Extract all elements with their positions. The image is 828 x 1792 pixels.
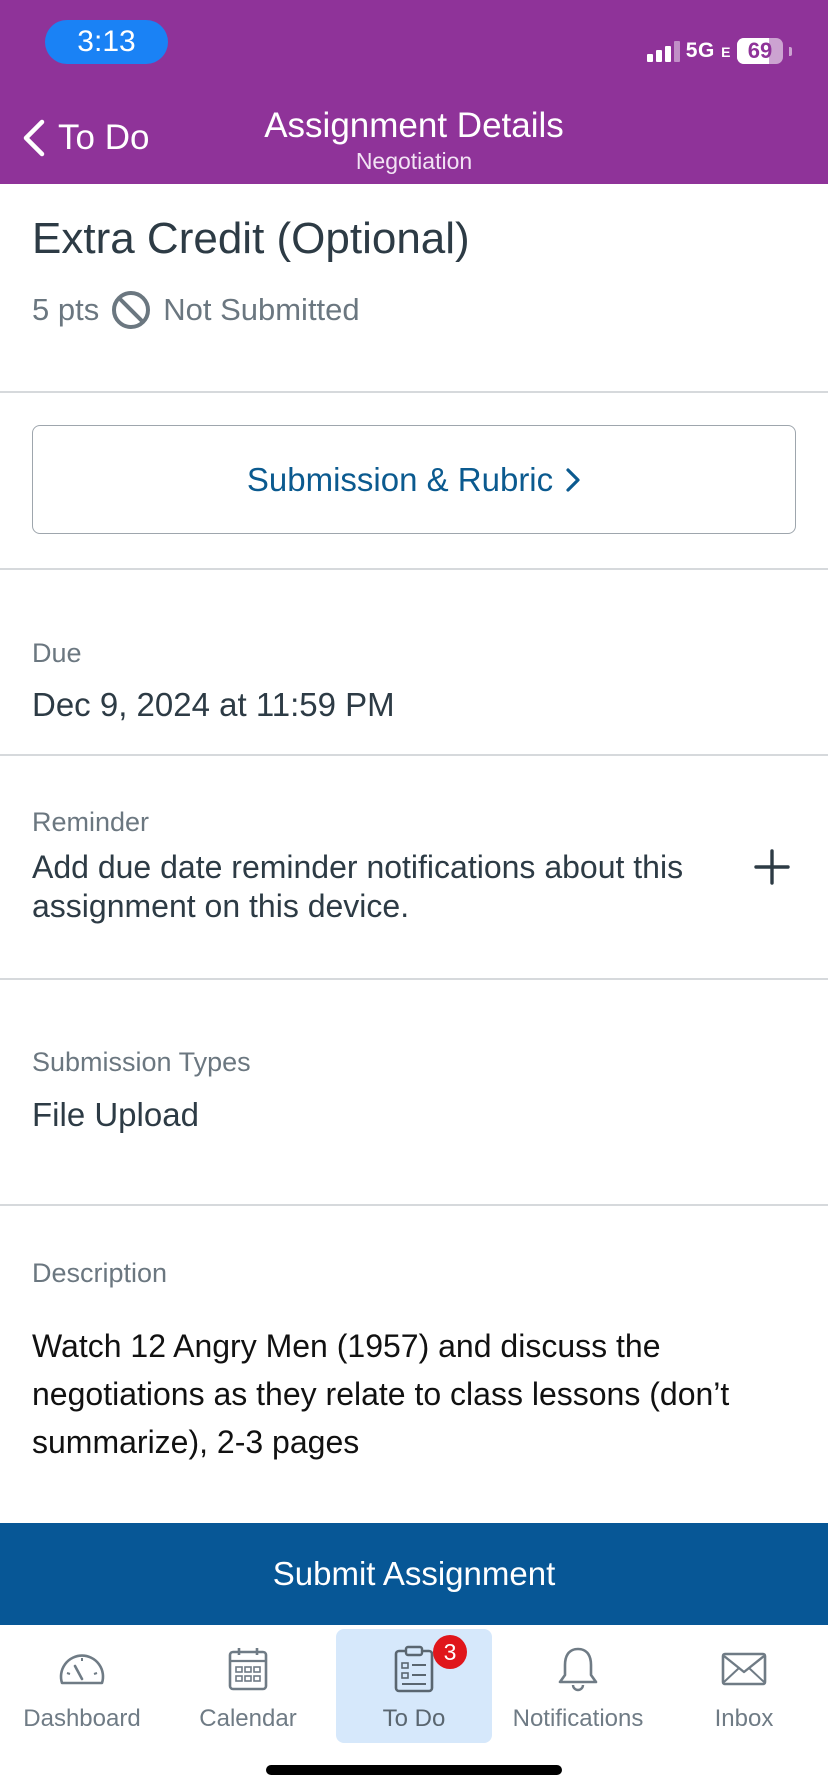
divider xyxy=(0,391,828,393)
course-subtitle: Negotiation xyxy=(355,148,473,174)
submission-types-label: Submission Types xyxy=(32,1047,251,1077)
page-title: Assignment Details xyxy=(264,106,564,145)
divider xyxy=(0,568,828,570)
reminder-description: Add due date reminder notifications abou… xyxy=(32,849,684,924)
due-label: Due xyxy=(32,638,82,668)
tab-label: Notifications xyxy=(512,1705,644,1732)
network-type: 5G xyxy=(685,39,715,62)
network-suffix: E xyxy=(721,44,731,60)
dashboard-icon xyxy=(59,1654,105,1685)
tab-label: Calendar xyxy=(199,1705,297,1732)
description-label: Description xyxy=(32,1258,168,1288)
battery-percent: 69 xyxy=(747,38,773,63)
signal-icon xyxy=(646,40,680,62)
tab-todo[interactable]: To Do 3 xyxy=(336,1629,492,1743)
add-reminder-plus-icon[interactable] xyxy=(752,847,792,887)
submission-types-value: File Upload xyxy=(32,1096,199,1133)
tab-notifications[interactable]: Notifications xyxy=(498,1629,658,1743)
divider xyxy=(0,978,828,980)
battery-icon: 69 xyxy=(737,38,783,64)
divider xyxy=(0,754,828,756)
tab-label: Inbox xyxy=(714,1705,774,1732)
tab-dashboard[interactable]: Dashboard xyxy=(2,1629,162,1743)
not-submitted-icon xyxy=(112,291,151,329)
tab-label: To Do xyxy=(382,1705,446,1732)
todo-count-badge: 3 xyxy=(433,1635,467,1669)
tab-calendar[interactable]: Calendar xyxy=(168,1629,328,1743)
submit-assignment-label: Submit Assignment xyxy=(272,1555,556,1592)
submission-rubric-label: Submission & Rubric xyxy=(246,460,554,498)
status-time: 3:13 xyxy=(45,20,168,64)
tab-inbox[interactable]: Inbox xyxy=(664,1629,824,1743)
due-date: Dec 9, 2024 at 11:59 PM xyxy=(32,686,395,723)
points-value: 5 pts xyxy=(32,292,100,327)
divider xyxy=(0,1204,828,1206)
envelope-icon xyxy=(721,1652,767,1686)
bell-icon xyxy=(558,1647,598,1692)
assignment-meta: 5 pts Not Submitted xyxy=(32,290,360,330)
tab-label: Dashboard xyxy=(23,1705,141,1732)
chevron-right-icon xyxy=(566,467,580,492)
submission-status: Not Submitted xyxy=(163,292,360,327)
calendar-icon xyxy=(228,1648,268,1691)
submission-rubric-button[interactable]: Submission & Rubric xyxy=(32,425,796,534)
description-text: Watch 12 Angry Men (1957) and discuss th… xyxy=(32,1328,730,1460)
home-indicator xyxy=(266,1765,562,1775)
todo-icon xyxy=(394,1645,434,1693)
status-indicators: 5G E 69 xyxy=(646,36,792,66)
app-header: 3:13 5G E 69 To Do Assignment Details Ne… xyxy=(0,0,828,184)
reminder-label: Reminder xyxy=(32,807,150,837)
network-indicator: 5G E xyxy=(686,39,731,63)
assignment-title: Extra Credit (Optional) xyxy=(32,214,470,263)
submit-assignment-button[interactable]: Submit Assignment xyxy=(0,1523,828,1625)
